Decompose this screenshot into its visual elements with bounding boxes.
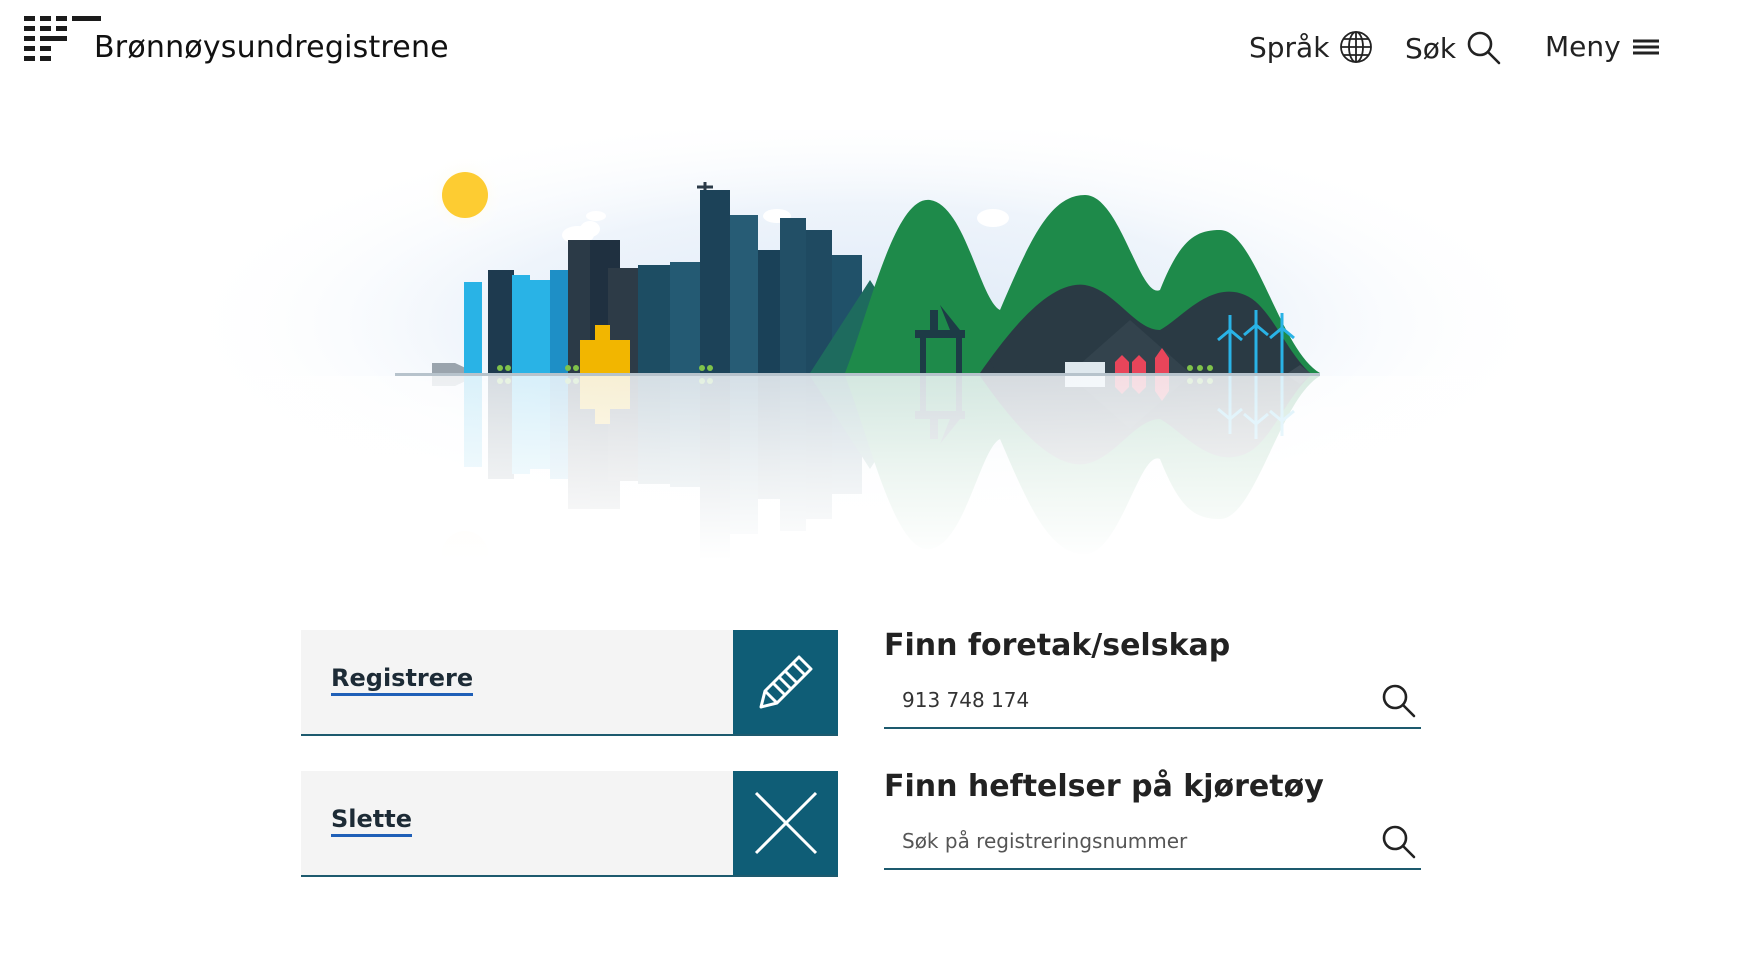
vehicle-search-title: Finn heftelser på kjøretøy — [884, 769, 1324, 804]
search-icon — [1467, 31, 1501, 65]
register-card[interactable]: Registrere — [301, 630, 838, 736]
pencil-icon — [759, 655, 812, 709]
company-search: Finn foretak/selskap — [884, 628, 1421, 729]
close-icon — [754, 791, 817, 855]
globe-icon — [1340, 31, 1373, 63]
vehicle-search-input[interactable] — [900, 822, 1344, 860]
nav-language-button[interactable]: Språk — [1249, 30, 1373, 64]
delete-icon-tile — [733, 771, 838, 875]
nav-menu-label: Meny — [1545, 30, 1621, 63]
logo-mark-icon — [24, 16, 101, 61]
company-search-title: Finn foretak/selskap — [884, 628, 1231, 663]
nav-menu-button[interactable]: Meny — [1545, 30, 1661, 63]
search-icon — [1382, 825, 1416, 859]
menu-icon — [1632, 39, 1659, 54]
vehicle-search-button[interactable] — [1377, 820, 1421, 864]
delete-card[interactable]: Slette — [301, 771, 838, 877]
logo[interactable] — [24, 16, 101, 61]
register-link[interactable]: Registrere — [331, 664, 474, 696]
vehicle-search: Finn heftelser på kjøretøy — [884, 769, 1421, 870]
company-search-button[interactable] — [1377, 679, 1421, 723]
vehicle-search-field — [884, 816, 1421, 870]
delete-link[interactable]: Slette — [331, 805, 413, 837]
hero-illustration — [170, 130, 1560, 560]
nav-search-button[interactable]: Søk — [1405, 30, 1502, 66]
nav-language-label: Språk — [1249, 30, 1330, 64]
register-icon-tile — [733, 630, 838, 734]
site-header: Brønnøysundregistrene Språk Søk Meny — [0, 0, 1755, 100]
nav-search-label: Søk — [1405, 31, 1457, 65]
company-search-input[interactable] — [900, 681, 1344, 719]
search-icon — [1382, 684, 1416, 718]
logo-text[interactable]: Brønnøysundregistrene — [94, 30, 449, 65]
company-search-field — [884, 675, 1421, 729]
